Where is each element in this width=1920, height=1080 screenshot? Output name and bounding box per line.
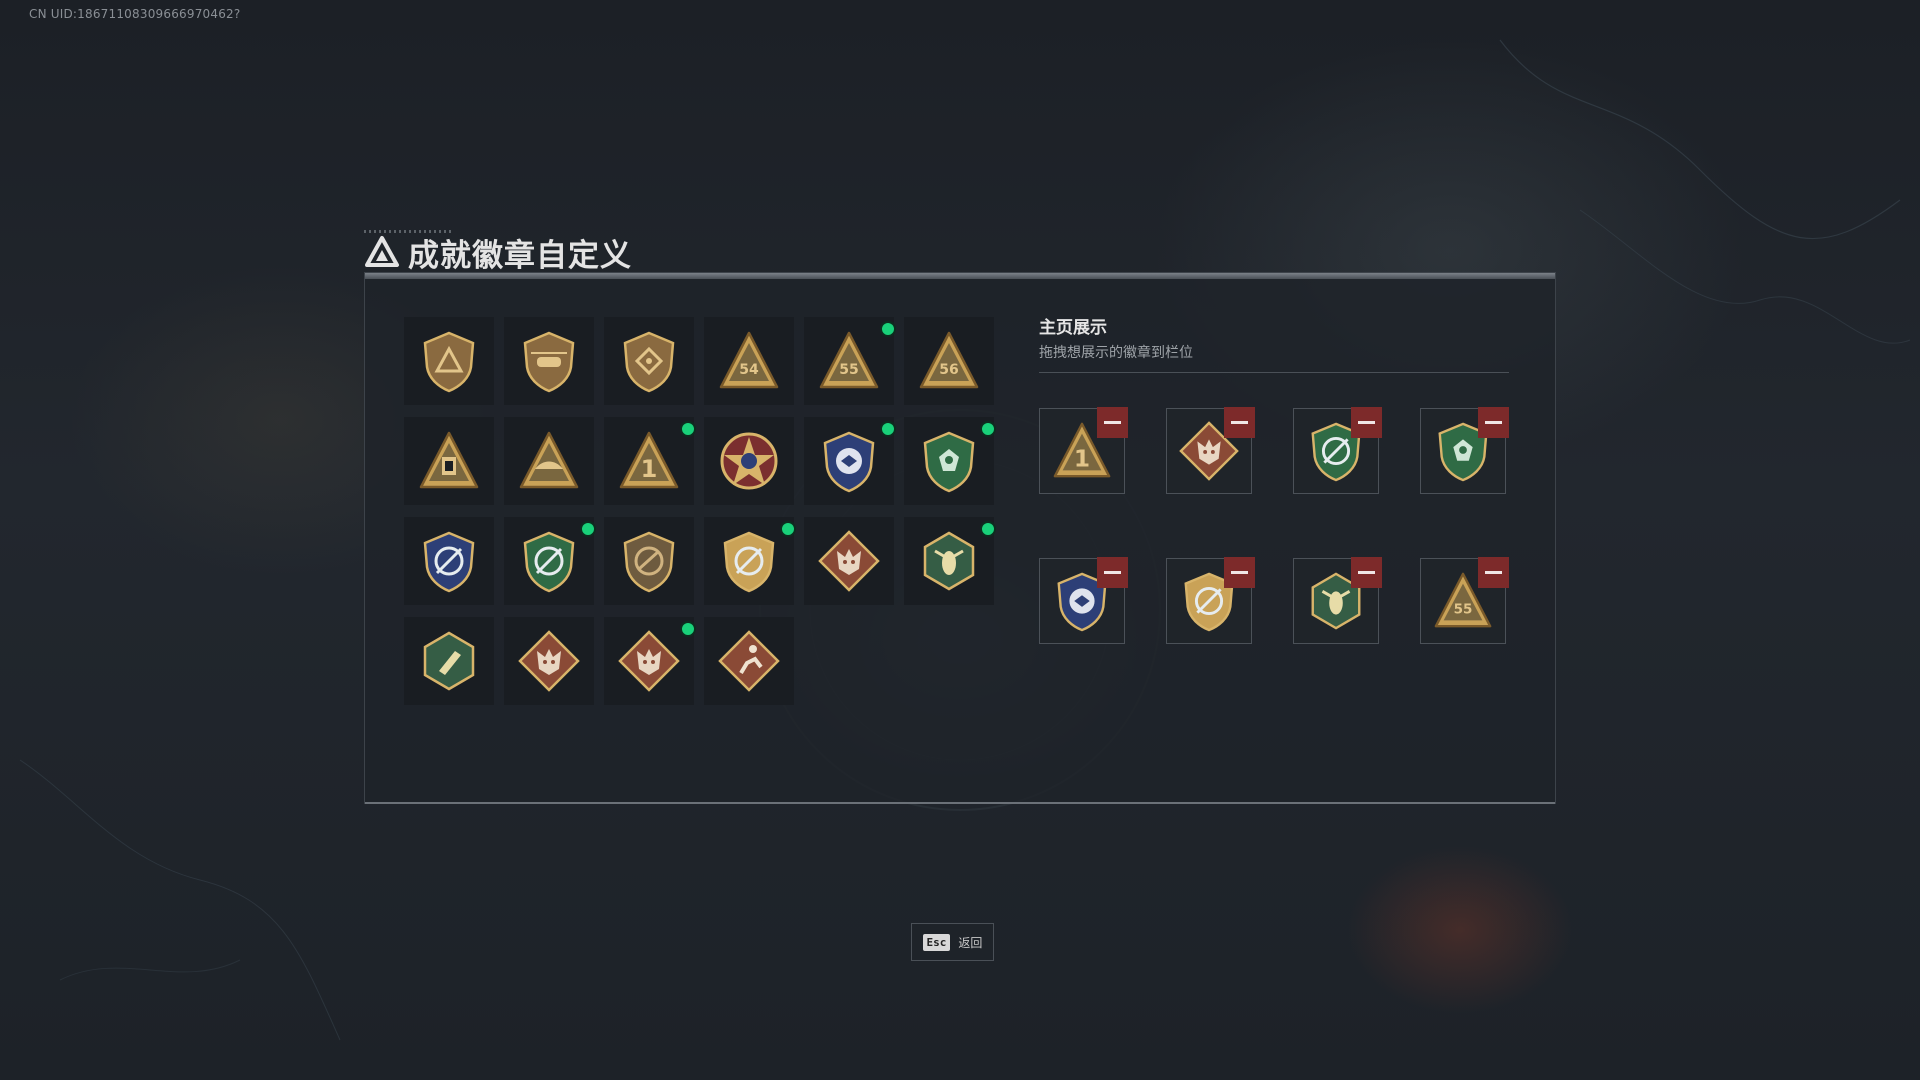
back-label: 返回 <box>958 935 983 950</box>
badge-grid: 54 55 56 1 <box>404 317 996 705</box>
minus-icon <box>1485 421 1502 424</box>
display-slots: 1 55 <box>1039 407 1509 644</box>
gold-triangle-lantern-badge-icon <box>419 431 479 489</box>
badge-cell-gold-triangle-lantern-badge[interactable] <box>404 417 494 505</box>
new-indicator-dot <box>680 421 696 437</box>
badge-cell-gold-triangle-55-badge[interactable]: 55 <box>804 317 896 405</box>
page-header: 成就徽章自定义 <box>364 232 632 274</box>
remove-badge-button[interactable] <box>1478 557 1509 588</box>
remove-badge-button[interactable] <box>1097 557 1128 588</box>
slot-dragon-badge[interactable] <box>1166 407 1255 494</box>
svg-text:56: 56 <box>939 362 958 378</box>
remove-badge-button[interactable] <box>1478 407 1509 438</box>
panel-bottom-line <box>365 802 1555 804</box>
panel-top-bar <box>365 273 1555 279</box>
green-beret-shield-badge-icon <box>923 431 975 493</box>
badge-customize-panel: 54 55 56 1 主页展示 拖拽想展示的徽章到栏位 1 55 <box>364 272 1556 804</box>
display-subtitle: 拖拽想展示的徽章到栏位 <box>1039 345 1193 361</box>
new-indicator-dot <box>680 621 696 637</box>
badge-cell-blue-police-shield-badge[interactable] <box>804 417 896 505</box>
slot-green-crosshair-badge[interactable] <box>1293 407 1382 494</box>
remove-badge-button[interactable] <box>1224 557 1255 588</box>
new-indicator-dot <box>880 321 896 337</box>
badge-cell-red-dragon-diamond-badge[interactable] <box>504 617 594 705</box>
badge-cell-green-beret-shield-badge[interactable] <box>904 417 996 505</box>
red-dragon-gold-diamond-badge-icon <box>618 630 680 692</box>
badge-cell-gold-triangle-bird-badge[interactable] <box>504 417 594 505</box>
minus-icon <box>1104 571 1121 574</box>
svg-text:55: 55 <box>839 362 858 378</box>
display-divider <box>1039 372 1509 373</box>
badge-cell-bronze-rifle-shield-badge[interactable] <box>604 517 694 605</box>
bronze-helicopter-shield-badge-icon <box>523 331 575 393</box>
gold-triangle-55-badge-icon: 55 <box>819 331 879 389</box>
delta-logo-icon <box>365 236 399 267</box>
new-indicator-dot <box>980 521 996 537</box>
svg-text:1: 1 <box>1074 446 1090 473</box>
svg-text:54: 54 <box>739 362 759 378</box>
badge-cell-green-wasp-hexagon-badge[interactable] <box>904 517 996 605</box>
green-crosshair-shield-badge-icon <box>523 531 575 593</box>
user-uid: CN UID:18671108309666970462? <box>29 7 241 21</box>
green-wasp-hexagon-badge-icon <box>923 531 975 591</box>
minus-icon <box>1104 421 1121 424</box>
gold-target-laurel-badge-icon <box>723 531 775 593</box>
svg-text:1: 1 <box>641 455 658 483</box>
esc-key-icon: Esc <box>922 933 951 951</box>
new-indicator-dot <box>880 421 896 437</box>
gold-star-medal-badge-icon <box>720 432 778 490</box>
red-wolf-diamond-badge-icon <box>818 530 880 592</box>
homepage-display-section: 主页展示 拖拽想展示的徽章到栏位 1 55 <box>1039 313 1509 644</box>
red-dragon-diamond-badge-icon <box>518 630 580 692</box>
blue-police-shield-badge-icon <box>823 431 875 493</box>
slot-number-one-badge[interactable]: 1 <box>1039 407 1128 494</box>
badge-cell-gold-triangle-54-badge[interactable]: 54 <box>704 317 794 405</box>
badge-cell-blue-crosshair-shield-badge[interactable] <box>404 517 494 605</box>
display-title: 主页展示 <box>1039 318 1107 338</box>
slot-gold-target-badge[interactable] <box>1166 557 1255 644</box>
badge-cell-gold-triangle-number-one-badge[interactable]: 1 <box>604 417 696 505</box>
badge-cell-green-rocket-hexagon-badge[interactable] <box>404 617 494 705</box>
remove-badge-button[interactable] <box>1351 557 1382 588</box>
bronze-rifle-shield-badge-icon <box>623 531 675 593</box>
minus-icon <box>1358 421 1375 424</box>
slot-55-badge[interactable]: 55 <box>1420 557 1509 644</box>
badge-cell-red-wolf-diamond-badge[interactable] <box>804 517 894 605</box>
badge-cell-green-crosshair-shield-badge[interactable] <box>504 517 596 605</box>
blue-crosshair-shield-badge-icon <box>423 531 475 593</box>
new-indicator-dot <box>980 421 996 437</box>
new-indicator-dot <box>580 521 596 537</box>
minus-icon <box>1358 571 1375 574</box>
gold-triangle-number-one-badge-icon: 1 <box>619 431 679 489</box>
badge-cell-red-runner-diamond-badge[interactable] <box>704 617 794 705</box>
badge-cell-bronze-triangle-shield-badge[interactable] <box>404 317 494 405</box>
remove-badge-button[interactable] <box>1097 407 1128 438</box>
remove-badge-button[interactable] <box>1351 407 1382 438</box>
red-runner-diamond-badge-icon <box>718 630 780 692</box>
minus-icon <box>1231 571 1248 574</box>
gold-triangle-54-badge-icon: 54 <box>719 331 779 389</box>
back-button[interactable]: Esc 返回 <box>911 923 994 961</box>
badge-cell-gold-triangle-56-badge[interactable]: 56 <box>904 317 994 405</box>
page-title: 成就徽章自定义 <box>408 237 632 274</box>
green-rocket-hexagon-badge-icon <box>423 631 475 691</box>
minus-icon <box>1231 421 1248 424</box>
badge-cell-bronze-diamond-shield-badge[interactable] <box>604 317 694 405</box>
minus-icon <box>1485 571 1502 574</box>
new-indicator-dot <box>780 521 796 537</box>
badge-cell-bronze-helicopter-shield-badge[interactable] <box>504 317 594 405</box>
remove-badge-button[interactable] <box>1224 407 1255 438</box>
slot-green-beret-badge[interactable] <box>1420 407 1509 494</box>
svg-text:55: 55 <box>1454 602 1473 618</box>
gold-triangle-bird-badge-icon <box>519 431 579 489</box>
badge-cell-red-dragon-gold-diamond-badge[interactable] <box>604 617 696 705</box>
bronze-triangle-shield-badge-icon <box>423 331 475 393</box>
slot-wasp-badge[interactable] <box>1293 557 1382 644</box>
slot-blue-police-badge[interactable] <box>1039 557 1128 644</box>
gold-triangle-56-badge-icon: 56 <box>919 331 979 389</box>
bronze-diamond-shield-badge-icon <box>623 331 675 393</box>
badge-cell-gold-star-medal-badge[interactable] <box>704 417 794 505</box>
badge-cell-gold-target-laurel-badge[interactable] <box>704 517 796 605</box>
